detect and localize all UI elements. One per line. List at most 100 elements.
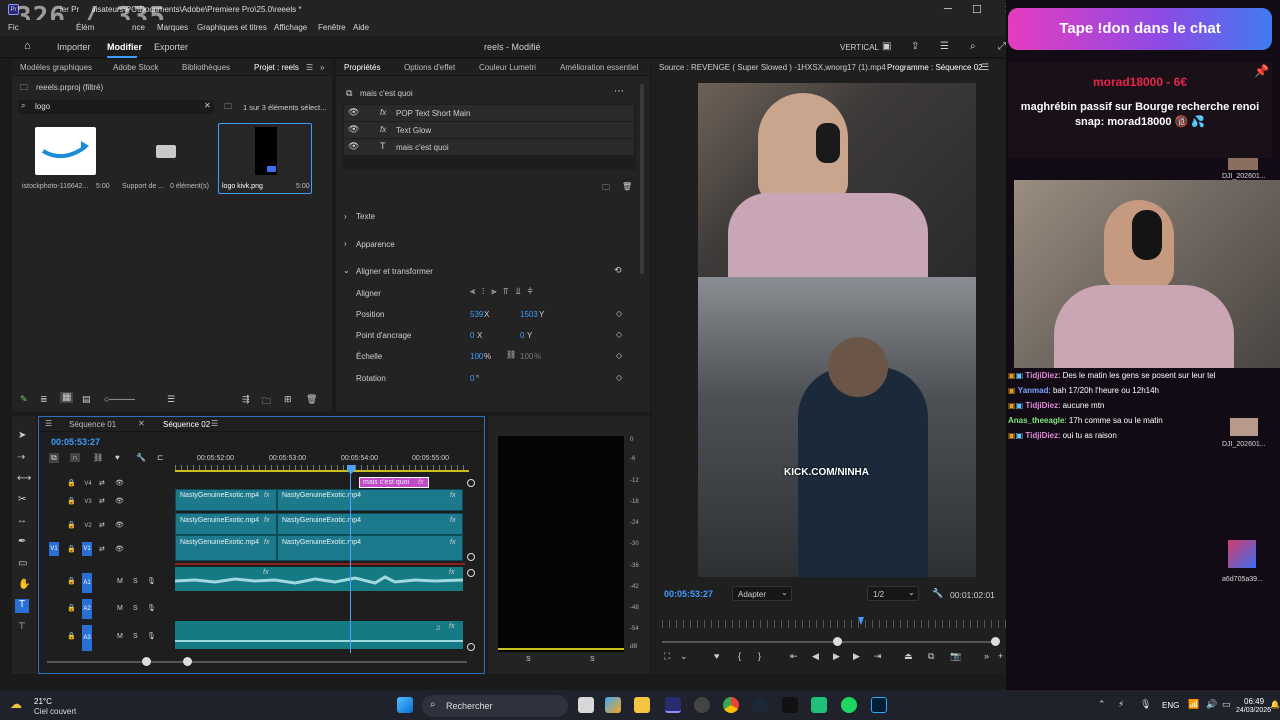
video-clip[interactable]: NastyGenuineExotic.mp4 fx: [175, 513, 277, 535]
eye-icon[interactable]: 👁: [348, 107, 359, 118]
monitor-zoom-bar[interactable]: [662, 641, 998, 643]
tab-export[interactable]: Exporter: [154, 42, 188, 52]
video-clip[interactable]: NastyGenuineExotic.mp4 fx: [277, 535, 463, 561]
tray-chevron-icon[interactable]: ⌃: [1098, 699, 1106, 710]
zoom-slider[interactable]: ○────: [104, 394, 135, 404]
tiktok-icon[interactable]: [782, 697, 798, 713]
video-clip[interactable]: NastyGenuineExotic.mp4 fx: [277, 489, 463, 511]
premiere-icon[interactable]: [665, 697, 681, 713]
tab-program-monitor[interactable]: Programme : Séquence 02: [887, 63, 983, 72]
delete-layer-icon[interactable]: 🗑: [622, 182, 632, 191]
sync-icon[interactable]: ⇄: [99, 521, 105, 529]
mute-button[interactable]: M: [117, 605, 123, 612]
pen-icon[interactable]: ✒: [18, 536, 26, 547]
mic-icon[interactable]: 🎙: [147, 604, 156, 612]
tray-language[interactable]: ENG: [1162, 701, 1179, 710]
sync-icon[interactable]: ⇄: [99, 497, 105, 505]
tab-edit[interactable]: Modifier: [107, 42, 142, 52]
icon-view-icon[interactable]: ▦: [60, 392, 74, 403]
play-icon[interactable]: ▶: [833, 651, 840, 662]
hand-icon[interactable]: ✋: [18, 579, 30, 590]
sync-icon[interactable]: ⇄: [99, 545, 105, 553]
ripple-edit-icon[interactable]: ⟷: [17, 473, 31, 484]
slip-icon[interactable]: ↔: [17, 515, 27, 526]
position-x-value[interactable]: 539: [470, 310, 483, 319]
tray-mic-icon[interactable]: 🎙: [1140, 699, 1151, 710]
type-tool-icon[interactable]: T: [15, 599, 29, 613]
taskbar-search[interactable]: ⌕ Rechercher: [422, 695, 568, 717]
tab-properties[interactable]: Propriétés: [344, 63, 380, 72]
more-options-icon[interactable]: ⋯: [614, 86, 624, 97]
video-clip[interactable]: NastyGenuineExotic.mp4 fx: [277, 513, 463, 535]
search-icon[interactable]: ⌕: [970, 41, 976, 52]
panel-menu-icon[interactable]: ☰: [981, 62, 989, 73]
tray-network-icon[interactable]: ⚡: [1118, 699, 1124, 710]
menu-sequence[interactable]: nce: [132, 23, 145, 32]
clear-search-icon[interactable]: ✕: [204, 101, 211, 110]
wifi-icon[interactable]: 📶: [1188, 699, 1199, 710]
keyframe-icon[interactable]: ◇: [616, 309, 622, 318]
zoom-handle-left[interactable]: [833, 637, 842, 646]
monitor-timeline-ruler[interactable]: [662, 620, 1014, 628]
caption-tool-icon[interactable]: ⊤: [18, 621, 26, 632]
audio-clip-a3[interactable]: ♫ fx: [175, 621, 463, 649]
scale-value[interactable]: 100: [470, 352, 483, 361]
lock-icon[interactable]: 🔒: [67, 604, 76, 612]
list-view-icon[interactable]: ≣: [40, 394, 48, 405]
align-buttons[interactable]: ⫷⫶⫸⫪⫫⫩: [470, 286, 540, 297]
project-item-thumbnail[interactable]: [35, 127, 96, 175]
find-icon[interactable]: 🗀: [262, 394, 271, 410]
position-y-value[interactable]: 1503: [520, 310, 538, 319]
menu-edit[interactable]: Élém: [76, 23, 94, 32]
step-forward-icon[interactable]: ▶: [853, 651, 860, 662]
timeline-scrollbar[interactable]: [47, 661, 467, 663]
eye-icon[interactable]: 👁: [115, 545, 124, 553]
work-area-bar[interactable]: [175, 470, 469, 472]
widgets-icon[interactable]: [605, 697, 621, 713]
section-text[interactable]: Texte: [356, 212, 375, 221]
notifications-icon[interactable]: 🔔: [1270, 700, 1280, 709]
panel-menu-icon[interactable]: ☰: [211, 419, 218, 428]
maximize-button[interactable]: ☐: [972, 3, 982, 16]
camera-icon[interactable]: 📷: [950, 651, 961, 662]
mute-button[interactable]: M: [117, 633, 123, 640]
snap-icon[interactable]: ∩: [70, 453, 80, 462]
linked-selection-icon[interactable]: ⛓: [93, 453, 103, 462]
scroll-handle-left[interactable]: [142, 657, 151, 666]
add-button-icon[interactable]: +: [998, 651, 1003, 661]
tab-sequence-02[interactable]: Séquence 02: [163, 420, 210, 429]
close-icon[interactable]: ☰: [45, 419, 52, 428]
layer-row[interactable]: 👁 fx Text Glow: [344, 122, 634, 138]
lock-icon[interactable]: 🔒: [67, 479, 76, 487]
chevron-right-icon[interactable]: ›: [344, 212, 347, 221]
new-item-icon[interactable]: ⊞: [284, 394, 292, 405]
mic-icon[interactable]: 🎙: [147, 577, 156, 585]
razor-icon[interactable]: ✂: [18, 494, 26, 505]
mute-button[interactable]: M: [117, 578, 123, 585]
panel-menu-icon[interactable]: ☰: [306, 63, 313, 72]
folder-icon[interactable]: 🗀: [602, 182, 610, 196]
eye-icon[interactable]: 👁: [115, 479, 124, 487]
meter-solo-right[interactable]: S: [590, 656, 595, 663]
meter-solo-left[interactable]: S: [526, 656, 531, 663]
chrome-icon[interactable]: [723, 697, 739, 713]
tab-sequence-01[interactable]: Séquence 01: [69, 420, 116, 429]
tab-essential-sound[interactable]: Amélioration essentiel: [560, 63, 638, 72]
lock-icon[interactable]: 🔒: [67, 545, 76, 553]
task-view-icon[interactable]: [578, 697, 594, 713]
file-explorer-icon[interactable]: [634, 697, 650, 713]
volume-icon[interactable]: 🔊: [1206, 699, 1217, 710]
program-timecode[interactable]: 00:05:53:27: [664, 589, 713, 599]
photoshop-icon[interactable]: [871, 697, 887, 713]
menu-icon[interactable]: ☰: [940, 41, 949, 52]
chevron-right-icon[interactable]: ›: [344, 239, 347, 248]
lock-icon[interactable]: 🔒: [67, 521, 76, 529]
layer-row[interactable]: 👁 fx POP Text Short Main: [344, 105, 634, 121]
clock-time[interactable]: 06:49: [1244, 697, 1264, 706]
keyframe-icon[interactable]: ◇: [616, 330, 622, 339]
mark-out-icon[interactable]: }: [758, 651, 761, 661]
new-bin-icon[interactable]: 🗀: [224, 101, 232, 115]
audio-clip-a1[interactable]: fx fx: [174, 567, 464, 591]
vertical-zoom-handle[interactable]: [467, 553, 475, 561]
menu-window[interactable]: Fenêtre: [318, 23, 346, 32]
